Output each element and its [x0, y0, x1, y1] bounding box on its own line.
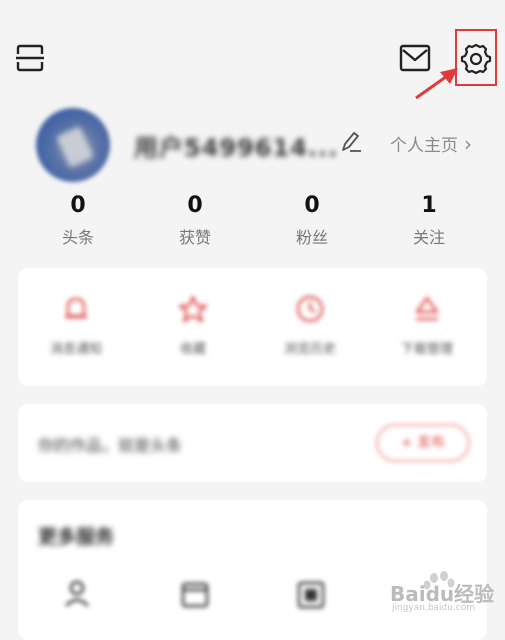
- homepage-label: 个人主页: [390, 136, 458, 156]
- more-services-title: 更多服务: [38, 526, 115, 548]
- username[interactable]: 用户5499614...: [134, 128, 338, 163]
- publish-button[interactable]: + 发布: [376, 424, 470, 462]
- stat-label: 头条: [61, 228, 94, 247]
- stat-value: 0: [304, 193, 320, 218]
- stat-likes[interactable]: 0 获赞: [155, 192, 235, 250]
- quick-action-downloads[interactable]: 下载管理: [387, 292, 467, 357]
- quick-action-notifications[interactable]: 消息通知: [36, 292, 116, 357]
- quick-action-label: 下载管理: [400, 342, 453, 357]
- quick-action-favorites[interactable]: 收藏: [153, 292, 233, 357]
- stat-label: 粉丝: [295, 228, 328, 247]
- promo-text: 你的作品，就是头条: [38, 436, 183, 455]
- stat-label: 关注: [412, 228, 445, 247]
- qrcode-icon[interactable]: [296, 578, 326, 610]
- stat-value: 0: [70, 193, 86, 218]
- calendar-icon[interactable]: [180, 578, 210, 610]
- stat-value: 0: [187, 193, 203, 218]
- stat-following[interactable]: 1 关注: [389, 192, 469, 250]
- red-arrow-annotation: [410, 64, 462, 104]
- download-icon: [410, 292, 444, 326]
- bell-icon: [59, 292, 93, 326]
- stat-toutiao[interactable]: 0 头条: [38, 192, 118, 250]
- quick-action-label: 消息通知: [49, 342, 102, 357]
- scan-icon[interactable]: [14, 42, 46, 74]
- quick-action-label: 收藏: [179, 342, 206, 357]
- clock-icon: [293, 292, 327, 326]
- watermark-url: jingyan.baidu.com: [392, 603, 476, 613]
- chevron-right-icon: ›: [464, 131, 472, 156]
- stat-fans[interactable]: 0 粉丝: [272, 192, 352, 250]
- edit-icon[interactable]: [340, 130, 362, 154]
- user-icon[interactable]: [62, 578, 92, 610]
- stat-value: 1: [421, 193, 437, 218]
- quick-action-label: 浏览历史: [283, 342, 336, 357]
- quick-action-history[interactable]: 浏览历史: [270, 292, 350, 357]
- stat-label: 获赞: [178, 228, 211, 247]
- homepage-link[interactable]: 个人主页 ›: [390, 131, 472, 157]
- star-icon: [176, 292, 210, 326]
